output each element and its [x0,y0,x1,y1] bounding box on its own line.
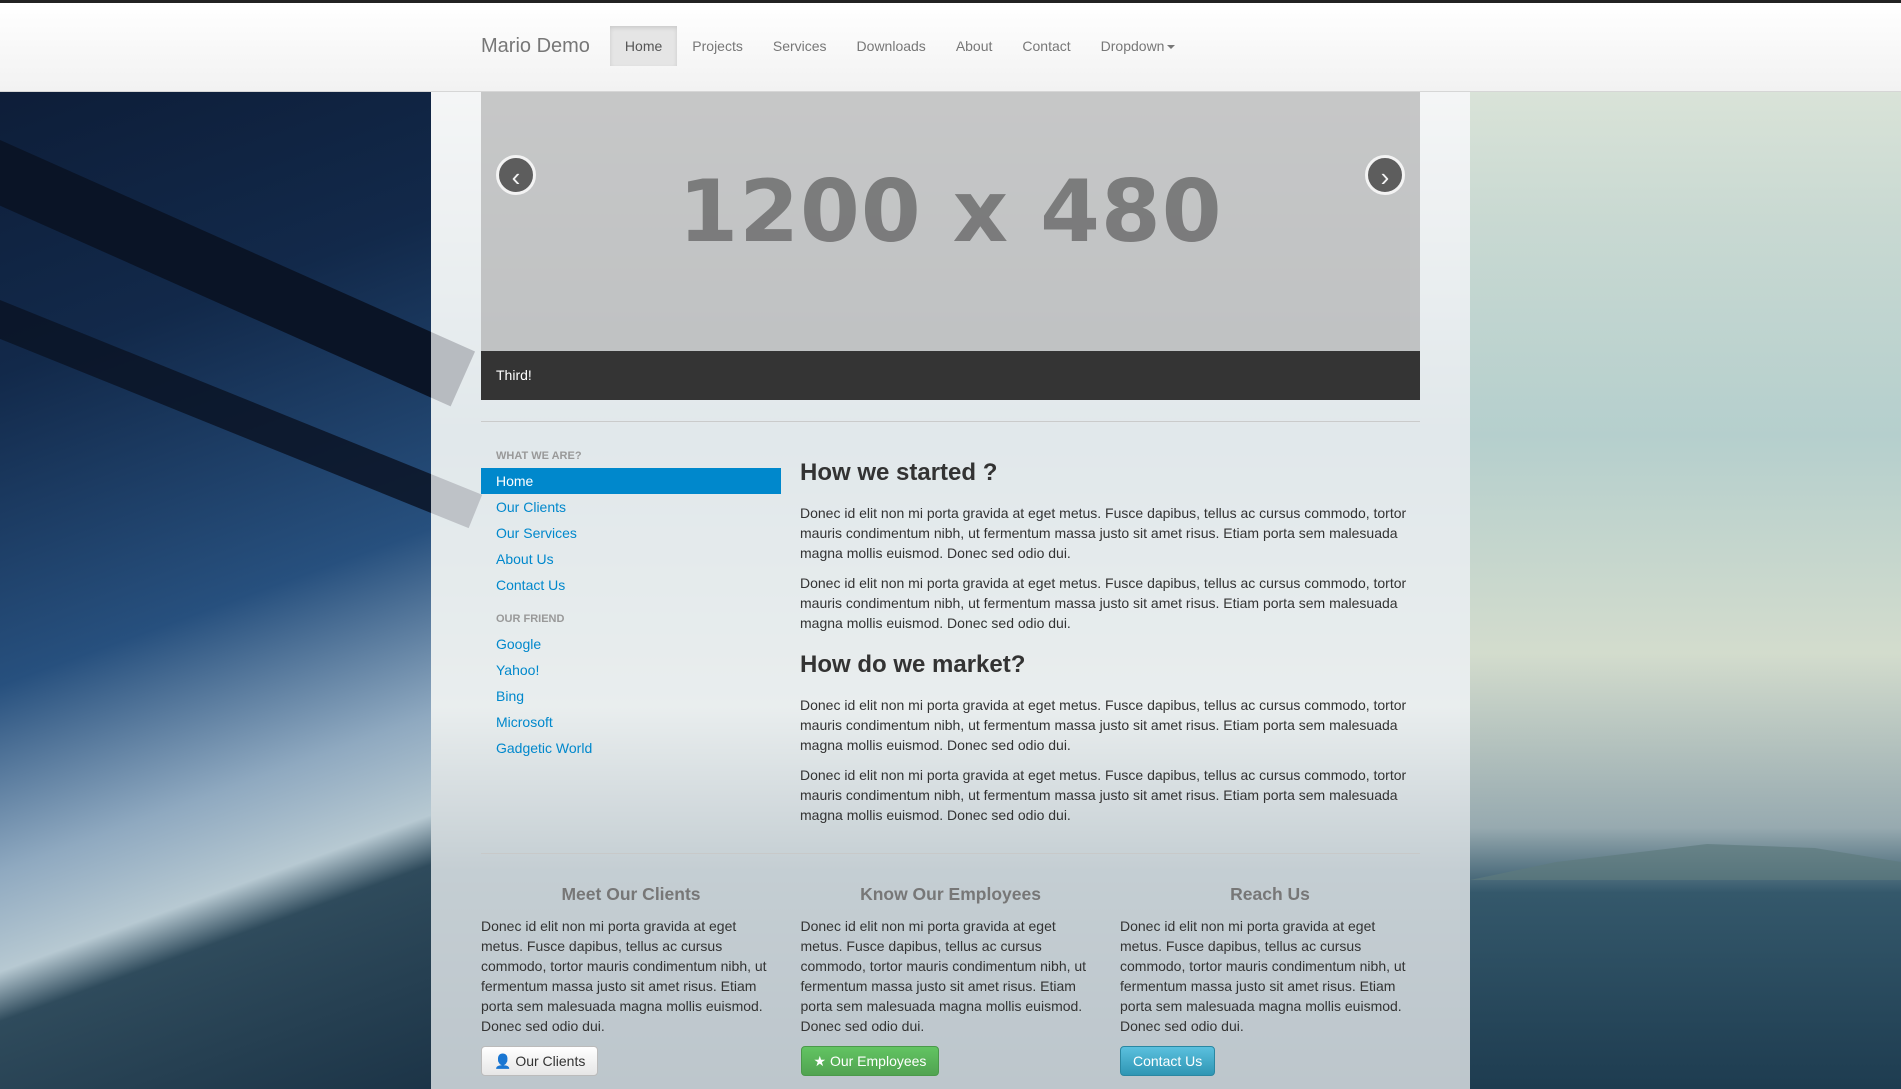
button-label: Our Employees [829,1053,927,1069]
main-content: How we started ? Donec id elit non mi po… [800,455,1420,835]
chevron-left-icon: ‹ [511,162,521,192]
column-employees: Know Our Employees Donec id elit non mi … [800,882,1101,1076]
sidebar-item-home[interactable]: Home [481,468,781,494]
sidebar-item-microsoft[interactable]: Microsoft [481,709,781,735]
navbar: Mario Demo Home Projects Services Downlo… [481,0,1190,92]
column-text: Donec id elit non mi porta gravida at eg… [800,918,1087,1034]
divider [481,853,1420,854]
carousel-next-button[interactable]: › [1365,155,1405,195]
content-paragraph: Donec id elit non mi porta gravida at eg… [800,505,1407,561]
sidebar-nav: What we are? Home Our Clients Our Servic… [481,445,781,761]
sidebar-item-yahoo[interactable]: Yahoo! [481,657,781,683]
our-clients-button[interactable]: 👤 Our Clients [481,1046,599,1076]
contact-us-button[interactable]: Contact Us [1120,1046,1216,1076]
nav-about[interactable]: About [941,26,1008,66]
sidebar-item-about-us[interactable]: About Us [481,546,781,572]
content-paragraph: Donec id elit non mi porta gravida at eg… [800,697,1407,753]
carousel: 1200 x 480 ‹ › Third! [481,92,1420,400]
column-text: Donec id elit non mi porta gravida at eg… [481,918,767,1034]
sidebar-header-what-we-are: What we are? [496,450,582,462]
sidebar-item-contact-us[interactable]: Contact Us [481,572,781,598]
brand-logo[interactable]: Mario Demo [481,35,590,58]
nav-home[interactable]: Home [609,26,678,66]
nav-services[interactable]: Services [758,26,842,66]
sidebar-item-gadgetic-world[interactable]: Gadgetic World [481,735,781,761]
heading-how-we-started: How we started ? [800,459,998,486]
carousel-placeholder-image: 1200 x 480 [678,162,1223,262]
chevron-right-icon: › [1380,162,1390,192]
nav-dropdown-label: Dropdown [1100,38,1165,54]
feature-columns: Meet Our Clients Donec id elit non mi po… [481,882,1420,1076]
column-title: Reach Us [1230,884,1310,904]
nav-projects[interactable]: Projects [677,26,758,66]
nav-contact[interactable]: Contact [1007,26,1085,66]
button-label: Our Clients [515,1053,586,1069]
divider [481,421,1420,422]
caret-down-icon [1167,45,1176,50]
sidebar-header-our-friend: Our Friend [496,613,565,625]
sidebar-item-our-clients[interactable]: Our Clients [481,494,781,520]
column-text: Donec id elit non mi porta gravida at eg… [1120,918,1406,1034]
sidebar-item-bing[interactable]: Bing [481,683,781,709]
column-reach-us: Reach Us Donec id elit non mi porta grav… [1120,882,1420,1076]
sidebar-item-google[interactable]: Google [481,631,781,657]
nav-dropdown[interactable]: Dropdown [1086,26,1191,66]
carousel-prev-button[interactable]: ‹ [496,155,536,195]
content-paragraph: Donec id elit non mi porta gravida at eg… [800,575,1407,631]
column-title: Know Our Employees [860,884,1041,904]
user-icon: 👤 [494,1053,512,1069]
nav-downloads[interactable]: Downloads [842,26,941,66]
star-icon: ★ [813,1053,827,1069]
our-employees-button[interactable]: ★ Our Employees [800,1046,940,1076]
column-title: Meet Our Clients [561,884,701,904]
background-image-right [1470,0,1901,1089]
heading-how-do-we-market: How do we market? [800,651,1026,678]
column-clients: Meet Our Clients Donec id elit non mi po… [481,882,781,1076]
content-paragraph: Donec id elit non mi porta gravida at eg… [800,767,1407,823]
carousel-caption: Third! [481,351,1420,400]
sidebar-item-our-services[interactable]: Our Services [481,520,781,546]
background-image-left [0,0,431,1089]
